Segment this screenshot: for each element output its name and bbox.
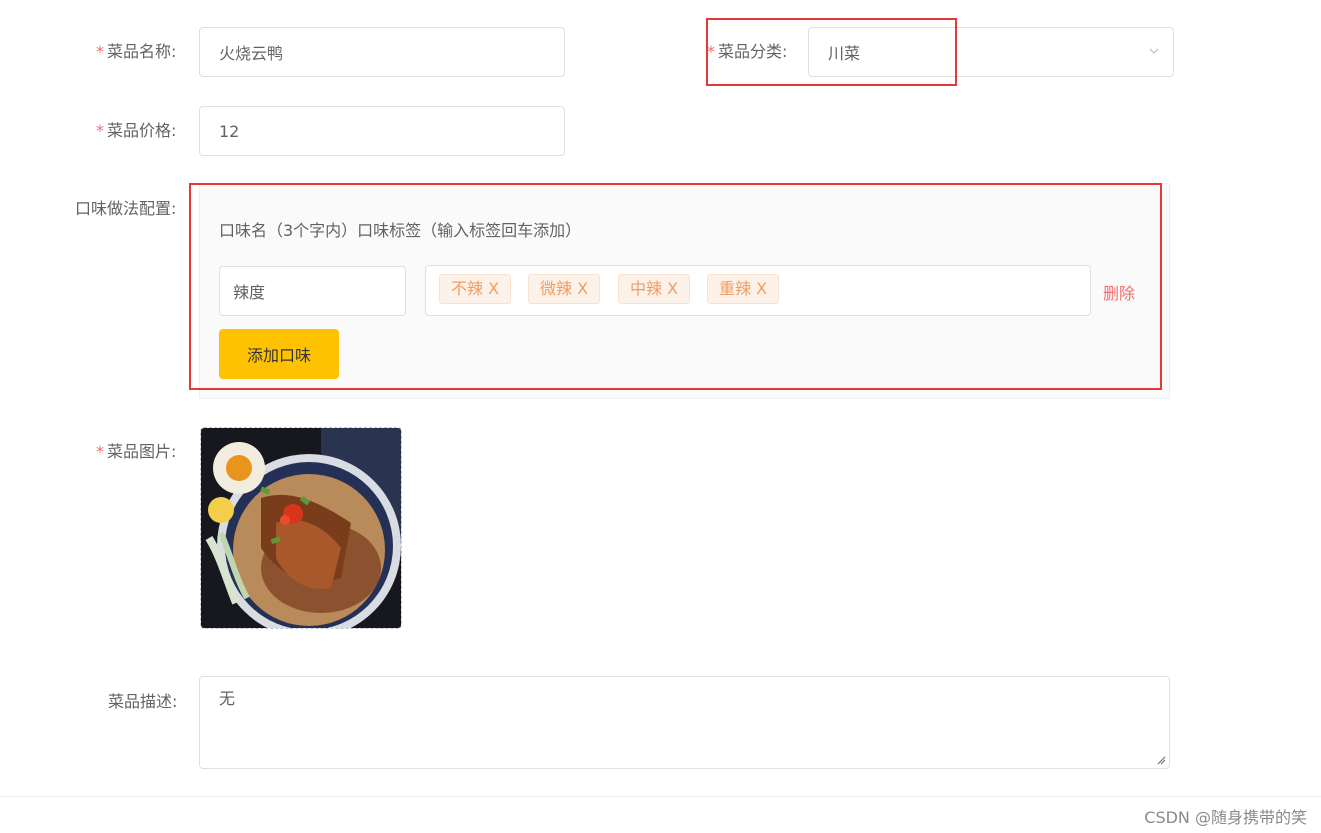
chevron-down-icon xyxy=(1149,48,1159,54)
flavor-highlight-box xyxy=(189,183,1162,390)
watermark: CSDN @随身携带的笑 xyxy=(1144,808,1307,827)
dish-image-upload[interactable] xyxy=(200,427,402,629)
category-highlight-box xyxy=(706,18,957,86)
dish-image-label: * 菜品图片: xyxy=(96,442,177,461)
dish-description-label: 菜品描述: xyxy=(108,692,178,711)
dish-name-input[interactable]: 火烧云鸭 xyxy=(199,27,565,77)
flavor-config-label: 口味做法配置: xyxy=(75,199,177,218)
footer-divider xyxy=(0,796,1321,797)
dish-price-label: * 菜品价格: xyxy=(96,121,177,140)
dish-description-textarea[interactable]: 无 xyxy=(199,676,1170,769)
resize-grip-icon[interactable] xyxy=(1157,756,1166,765)
dish-price-input[interactable]: 12 xyxy=(199,106,565,156)
dish-name-label: * 菜品名称: xyxy=(96,42,177,61)
dish-photo xyxy=(201,428,401,628)
